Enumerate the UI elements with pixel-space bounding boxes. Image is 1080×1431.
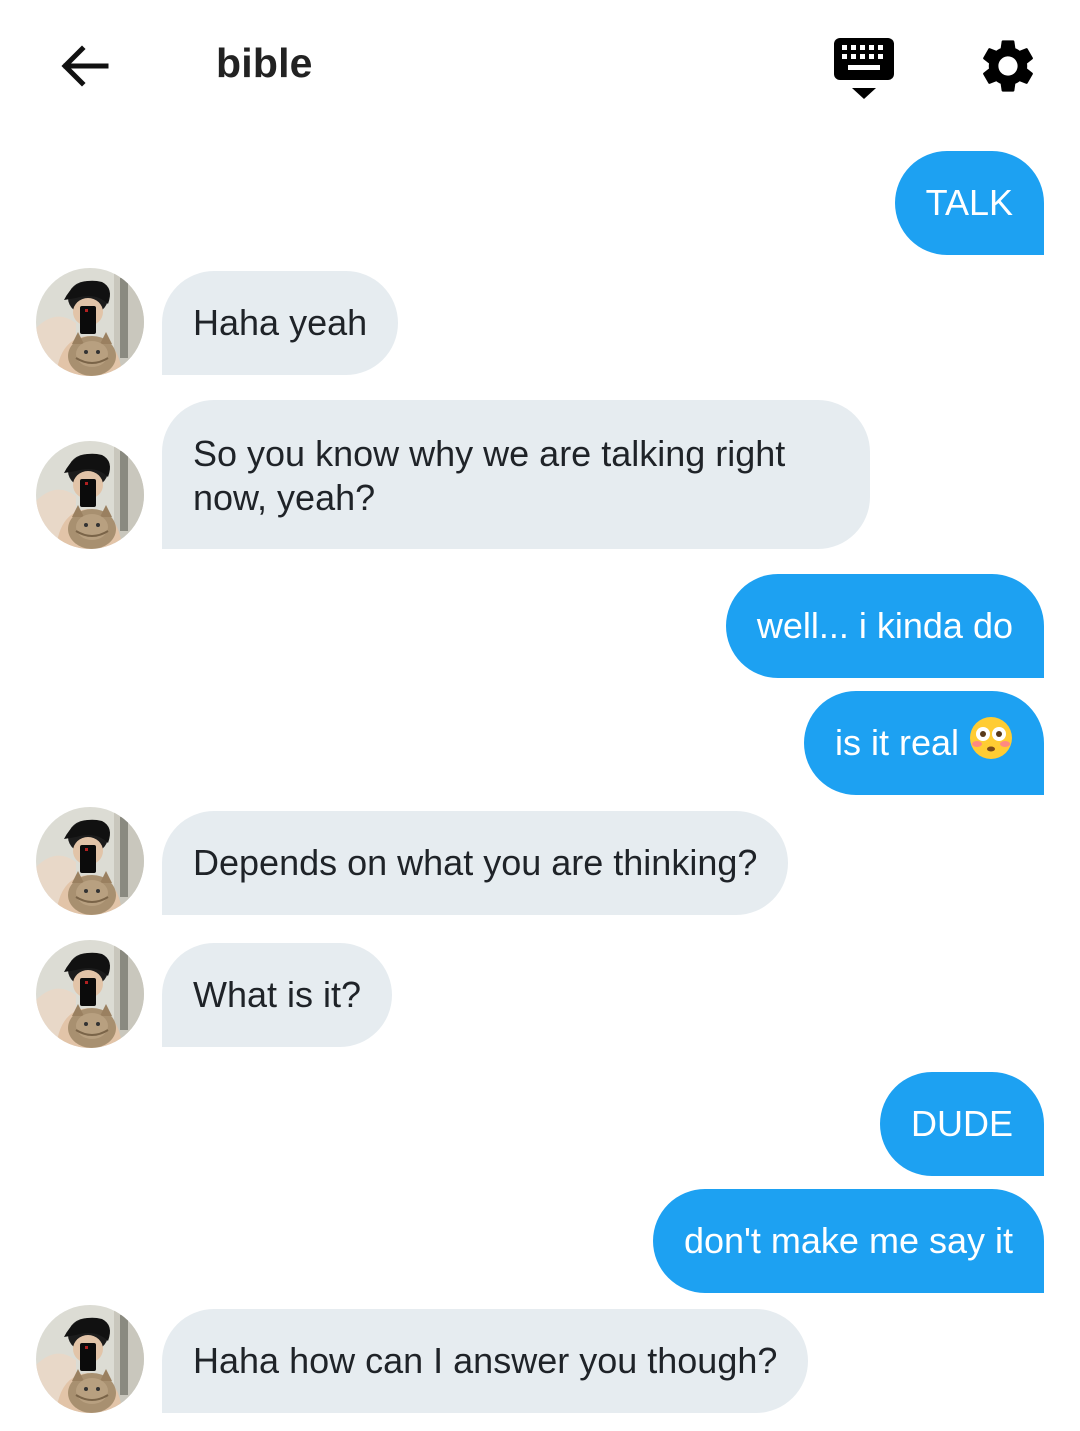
arrow-left-icon: [61, 45, 109, 87]
message-text: What is it?: [193, 974, 362, 1015]
message-text: Depends on what you are thinking?: [193, 842, 758, 883]
message-text: don't make me say it: [683, 1220, 1013, 1261]
avatar[interactable]: [36, 441, 144, 549]
outgoing-message[interactable]: TALK: [894, 151, 1044, 255]
incoming-message[interactable]: What is it?: [162, 943, 393, 1047]
outgoing-message[interactable]: don't make me say it: [652, 1189, 1044, 1293]
avatar[interactable]: [36, 807, 144, 915]
avatar[interactable]: [36, 940, 144, 1048]
incoming-message[interactable]: So you know why we are talking right now…: [162, 400, 870, 549]
conversation-title: bible: [216, 40, 313, 86]
top-bar: bible: [0, 0, 1080, 130]
message-text: Haha how can I answer you though?: [193, 1340, 778, 1381]
keyboard-icon: [834, 38, 894, 99]
incoming-message[interactable]: Depends on what you are thinking?: [162, 811, 789, 915]
message-text: TALK: [925, 182, 1013, 223]
outgoing-message[interactable]: well... i kinda do: [725, 574, 1044, 678]
avatar[interactable]: [36, 268, 144, 376]
settings-button[interactable]: [976, 34, 1040, 98]
incoming-message[interactable]: Haha how can I answer you though?: [162, 1309, 809, 1413]
outgoing-message[interactable]: DUDE: [879, 1072, 1044, 1176]
message-text: is it real: [834, 722, 959, 763]
message-text: well... i kinda do: [756, 605, 1013, 646]
outgoing-message[interactable]: is it real: [803, 691, 1044, 795]
keyboard-toggle-button[interactable]: [832, 36, 896, 102]
incoming-message[interactable]: Haha yeah: [162, 271, 399, 375]
message-text: DUDE: [910, 1103, 1013, 1144]
avatar[interactable]: [36, 1305, 144, 1413]
flushed-face-emoji: [969, 716, 1013, 770]
back-button[interactable]: [54, 38, 114, 94]
message-text: So you know why we are talking right now…: [193, 432, 786, 518]
gear-icon: [983, 40, 1033, 92]
message-text: Haha yeah: [193, 302, 368, 343]
